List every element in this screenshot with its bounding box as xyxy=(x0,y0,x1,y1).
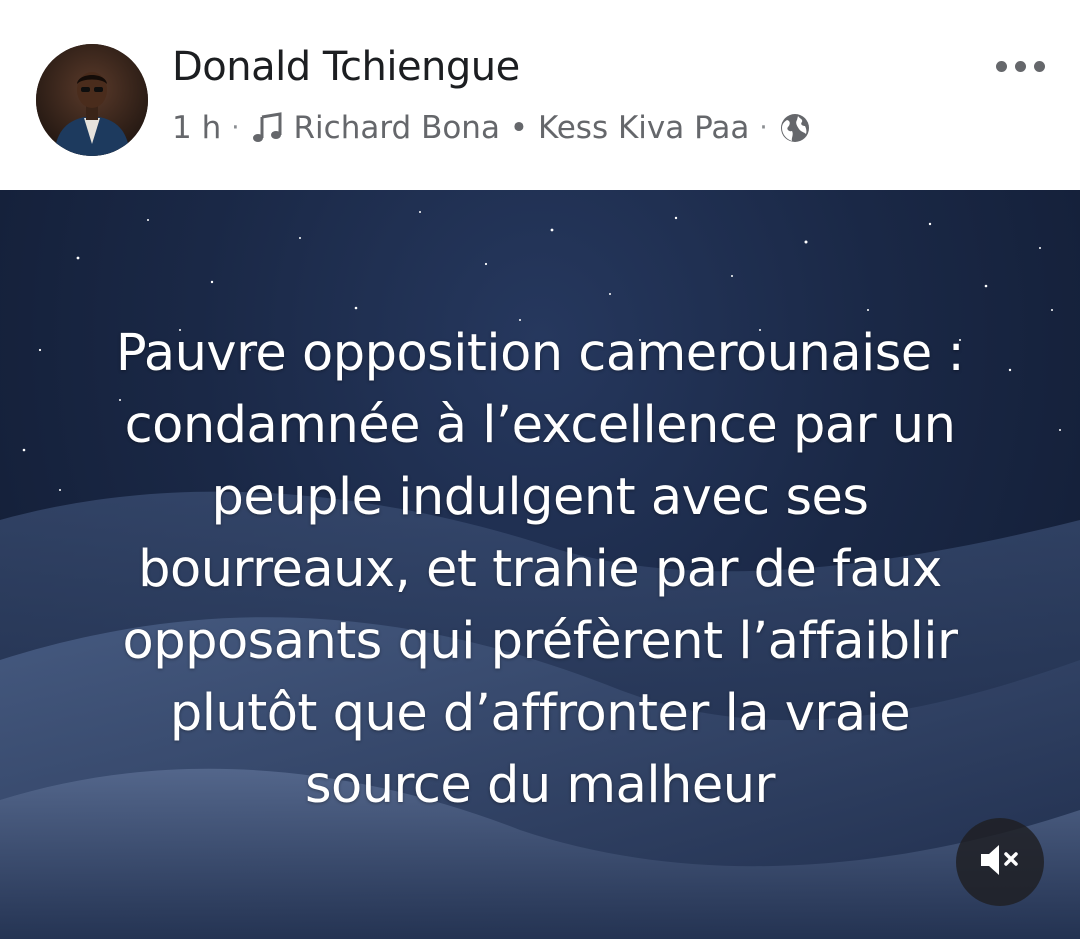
post-text-line: source du malheur xyxy=(304,756,776,815)
author-avatar[interactable] xyxy=(36,44,148,156)
post-meta: 1 h · Richard Bona • Kess Kiva Paa · xyxy=(172,106,812,150)
post-media[interactable]: Pauvre opposition camerounaise : condamn… xyxy=(0,190,1080,939)
post-text-line: plutôt que d’affronter la vraie xyxy=(169,684,911,743)
post-text-line: peuple indulgent avec ses xyxy=(211,468,869,527)
author-name[interactable]: Donald Tchiengue xyxy=(172,44,520,90)
post-text-line: Pauvre opposition camerounaise : xyxy=(115,324,965,383)
globe-icon[interactable] xyxy=(778,111,812,145)
meta-separator-2: · xyxy=(759,113,768,143)
post-text-line: bourreaux, et trahie par de faux xyxy=(138,540,942,599)
post-header: Donald Tchiengue 1 h · Richard Bona • Ke… xyxy=(0,0,1080,190)
song-title[interactable]: Richard Bona • Kess Kiva Paa xyxy=(294,110,750,146)
mute-button[interactable] xyxy=(956,818,1044,906)
post-text-line: opposants qui préfèrent l’affaiblir xyxy=(122,612,958,671)
meta-separator: · xyxy=(231,113,240,143)
post-time[interactable]: 1 h xyxy=(172,110,221,146)
music-note-icon xyxy=(250,111,284,145)
post-text-line: condamnée à l’excellence par un xyxy=(124,396,956,455)
dot xyxy=(996,60,1007,72)
more-options-icon[interactable] xyxy=(996,54,1052,78)
post-text: Pauvre opposition camerounaise : condamn… xyxy=(40,318,1040,822)
dot xyxy=(1015,60,1026,72)
speaker-muted-icon xyxy=(977,840,1023,884)
dot xyxy=(1034,60,1045,72)
